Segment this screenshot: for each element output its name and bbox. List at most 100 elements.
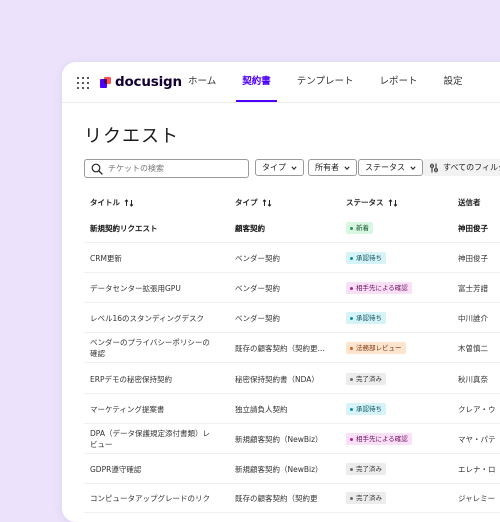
status-badge-label: 完了済み	[356, 465, 382, 473]
table-row[interactable]: DPA（データ保護規定添付書類）レ ビュー 新規顧客契約（NewBiz） 相手先による…	[62, 424, 500, 454]
column-header-title[interactable]: タイトル	[90, 197, 134, 208]
row-title[interactable]: レベル16のスタンディングデスク	[90, 313, 204, 324]
type-filter-label: タイプ	[262, 163, 286, 172]
row-title[interactable]: GDPR遵守確認	[90, 464, 141, 475]
status-badge: 相手先による確認	[346, 433, 412, 445]
row-title[interactable]: ベンダーのプライバシーポリシーの 確認	[90, 337, 210, 359]
owner-filter-button[interactable]: 所有者	[308, 159, 357, 176]
status-badge: 法務部レビュー	[346, 342, 406, 354]
row-title[interactable]: マーケティング提案書	[90, 404, 164, 415]
table-row[interactable]: GDPR遵守確認 新規顧客契約（NewBiz） 完了済み エレナ・ロ	[62, 454, 500, 484]
status-badge-label: 完了済み	[356, 375, 382, 383]
chevron-down-icon	[291, 165, 297, 170]
column-header-sender[interactable]: 送信者	[458, 197, 481, 208]
row-title-line: ERPデモの秘密保持契約	[90, 375, 172, 384]
chevron-down-icon	[410, 165, 416, 170]
row-sender: 神田俊子	[458, 224, 488, 233]
row-type: 秘密保持契約書（NDA）	[235, 375, 319, 384]
row-divider	[84, 362, 500, 363]
row-title-line: GDPR遵守確認	[90, 465, 142, 474]
status-badge: 新着	[346, 222, 373, 234]
table-row[interactable]: コンピュータアップグレードのリク 既存の顧客契約（契約更 完了済み ジャレミー	[62, 483, 500, 513]
main-nav: ホーム 契約書 テンプレート レポート 設定	[188, 62, 488, 102]
status-badge-label: 承認待ち	[356, 254, 382, 262]
row-sender: ジャレミー	[458, 494, 496, 503]
column-header-status[interactable]: ステータス	[346, 197, 398, 208]
row-title[interactable]: コンピュータアップグレードのリク	[90, 493, 210, 504]
row-title[interactable]: CRM更新	[90, 253, 122, 264]
status-dot-icon	[350, 496, 353, 500]
nav-item-settings[interactable]: 設定	[443, 62, 462, 102]
owner-filter-label: 所有者	[315, 163, 339, 172]
row-sender: 中川誰介	[458, 314, 488, 323]
status-dot-icon	[350, 407, 353, 411]
table-row[interactable]: 新規契約リクエスト 顧客契約 新着 神田俊子	[62, 213, 500, 243]
table-row[interactable]: ベンダーのプライバシーポリシーの 確認 既存の顧客契約（契約更... 法務部レビュー 木…	[62, 333, 500, 363]
table-row[interactable]: マーケティング提案書 独立請負人契約 承認待ち クレア・ウ	[62, 394, 500, 424]
row-divider	[84, 512, 500, 513]
nav-item-home[interactable]: ホーム	[188, 62, 216, 102]
search-input[interactable]	[108, 164, 238, 173]
table-row[interactable]: ERPデモの秘密保持契約 秘密保持契約書（NDA） 完了済み 秋川真奈	[62, 364, 500, 394]
table-row[interactable]: レベル16のスタンディングデスク ベンダー契約 承認待ち 中川誰介	[62, 303, 500, 333]
grid-icon[interactable]	[77, 77, 89, 89]
row-type: ベンダー契約	[235, 254, 280, 263]
row-title-line: データセンター拡張用GPU	[90, 284, 181, 293]
nav-item-agreements[interactable]: 契約書	[236, 62, 277, 102]
row-type: 既存の顧客契約（契約更	[235, 494, 318, 503]
sliders-icon	[430, 163, 438, 172]
row-title[interactable]: ERPデモの秘密保持契約	[90, 374, 172, 385]
row-title-line: CRM更新	[90, 254, 122, 263]
column-header-status-label: ステータス	[346, 198, 384, 207]
all-filters-button[interactable]: すべてのフィルタ	[423, 159, 500, 176]
search-icon	[91, 163, 103, 175]
page-title: リクエスト	[84, 126, 179, 147]
nav-item-reports[interactable]: レポート	[379, 62, 417, 102]
row-type: 新規顧客契約（NewBiz）	[235, 435, 323, 444]
status-badge-label: 新着	[356, 224, 369, 232]
status-dot-icon	[350, 286, 353, 290]
status-dot-icon	[350, 437, 353, 441]
row-sender: 富士芳譜	[458, 284, 488, 293]
row-sender: クレア・ウ	[458, 405, 496, 414]
row-sender: マヤ・パテ	[458, 435, 496, 444]
status-badge-label: 承認待ち	[356, 405, 382, 413]
status-badge: 完了済み	[346, 492, 386, 504]
status-dot-icon	[350, 377, 353, 381]
status-badge: 完了済み	[346, 463, 386, 475]
row-title[interactable]: DPA（データ保護規定添付書類）レ ビュー	[90, 428, 210, 450]
sort-icon	[262, 198, 271, 207]
column-header-sender-label: 送信者	[458, 198, 481, 207]
all-filters-label: すべてのフィルタ	[443, 163, 500, 172]
row-title[interactable]: データセンター拡張用GPU	[90, 283, 181, 294]
status-dot-icon	[350, 256, 353, 260]
docusign-logo[interactable]: docusign	[100, 74, 182, 90]
status-badge: 承認待ち	[346, 403, 386, 415]
column-header-title-label: タイトル	[90, 198, 120, 207]
status-badge: 完了済み	[346, 373, 386, 385]
table-row[interactable]: データセンター拡張用GPU ベンダー契約 相手先による確認 富士芳譜	[62, 273, 500, 303]
status-dot-icon	[350, 226, 353, 230]
row-title[interactable]: 新規契約リクエスト	[90, 223, 158, 234]
search-box[interactable]	[84, 159, 249, 178]
nav-item-templates[interactable]: テンプレート	[297, 62, 354, 102]
status-badge-label: 相手先による確認	[356, 435, 408, 443]
row-title-line: DPA（データ保護規定添付書類）レ	[90, 429, 210, 438]
status-filter-label: ステータス	[365, 163, 405, 172]
row-sender: 神田俊子	[458, 254, 488, 263]
row-title-line: 新規契約リクエスト	[90, 224, 158, 233]
column-header-type[interactable]: タイプ	[235, 197, 272, 208]
status-filter-button[interactable]: ステータス	[358, 159, 423, 176]
status-badge: 承認待ち	[346, 312, 386, 324]
row-type: ベンダー契約	[235, 284, 280, 293]
row-type: 顧客契約	[235, 224, 265, 233]
status-badge: 承認待ち	[346, 252, 386, 264]
row-title-line: レベル16のスタンディングデスク	[90, 314, 205, 323]
table-row[interactable]: CRM更新 ベンダー契約 承認待ち 神田俊子	[62, 243, 500, 273]
top-navigation-bar: docusign ホーム 契約書 テンプレート レポート 設定	[62, 62, 500, 103]
type-filter-button[interactable]: タイプ	[255, 159, 304, 176]
chevron-down-icon	[344, 165, 350, 170]
row-title-line: コンピュータアップグレードのリク	[90, 494, 210, 503]
sort-icon	[388, 198, 397, 207]
status-badge-label: 相手先による確認	[356, 284, 408, 292]
